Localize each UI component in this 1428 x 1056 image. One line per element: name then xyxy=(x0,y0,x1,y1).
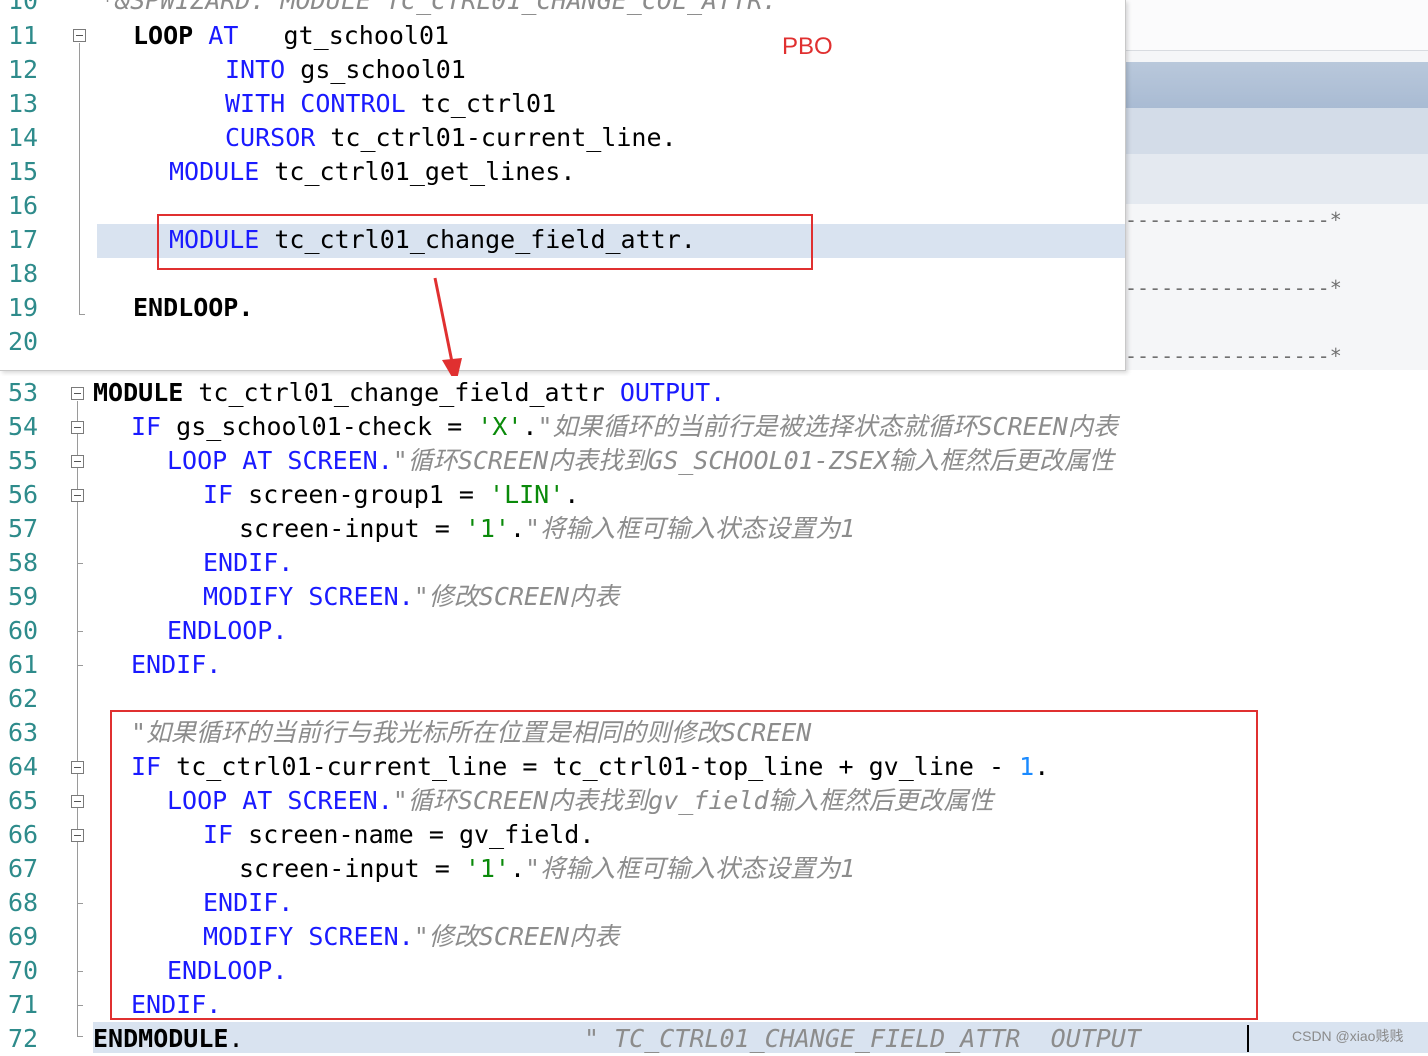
fold-guide-end xyxy=(77,665,83,666)
code-token: = xyxy=(447,412,463,441)
line-number: 71 xyxy=(8,990,39,1019)
line-number: 62 xyxy=(8,684,39,713)
code-token: IF xyxy=(131,412,162,441)
code-comment: "循环SCREEN内表找到GS_SCHOOL01-ZSEX输入框然后更改属性 xyxy=(392,446,1114,475)
code-token: . xyxy=(509,514,526,543)
fold-collapse-icon[interactable] xyxy=(71,421,84,434)
line-number: 56 xyxy=(8,480,39,509)
fold-collapse-icon[interactable] xyxy=(71,455,84,468)
code-token: OUTPUT. xyxy=(619,378,726,407)
fold-collapse-icon[interactable] xyxy=(71,489,84,502)
line-number: 55 xyxy=(8,446,39,475)
line-number: 69 xyxy=(8,922,39,951)
code-line: ENDIF. xyxy=(131,650,222,679)
code-token: 'X' xyxy=(477,412,523,441)
line-number: 54 xyxy=(8,412,39,441)
code-line: MODIFY SCREEN."修改SCREEN内表 xyxy=(203,580,619,614)
code-token: 'LIN' xyxy=(489,480,565,509)
fold-guide-end xyxy=(77,1005,83,1006)
code-comment: " TC_CTRL01_CHANGE_FIELD_ATTR OUTPUT xyxy=(584,1024,1141,1053)
line-number: 72 xyxy=(8,1024,39,1053)
code-token: . xyxy=(522,412,538,441)
code-line: ENDLOOP. xyxy=(167,616,288,645)
code-line: ENDMODULE. xyxy=(93,1022,244,1056)
fold-guide-end xyxy=(77,631,83,632)
annotation-box-cursor-logic xyxy=(110,710,1258,1020)
fold-collapse-icon[interactable] xyxy=(71,795,84,808)
code-line: IF gs_school01-check = 'X'."如果循环的当前行是被选择… xyxy=(131,410,1118,444)
line-number: 68 xyxy=(8,888,39,917)
code-line: IF screen-group1 = 'LIN'. xyxy=(203,478,579,512)
code-token: tc_ctrl01_change_field_attr xyxy=(198,378,605,407)
line-number: 70 xyxy=(8,956,39,985)
line-number: 66 xyxy=(8,820,39,849)
fold-guide-end xyxy=(77,1036,83,1037)
code-line: ENDIF. xyxy=(203,548,294,577)
code-token: LOOP AT SCREEN. xyxy=(167,446,393,475)
bottom-code-editor: 53 54 55 56 57 58 59 60 61 62 63 64 65 6… xyxy=(0,376,1428,1053)
code-comment: "修改SCREEN内表 xyxy=(413,582,620,611)
fold-collapse-icon[interactable] xyxy=(71,829,84,842)
line-number: 61 xyxy=(8,650,39,679)
line-number: 65 xyxy=(8,786,39,815)
fold-guide-end xyxy=(77,903,83,904)
fold-collapse-icon[interactable] xyxy=(71,387,84,400)
text-cursor xyxy=(1247,1025,1249,1052)
fold-guide-end xyxy=(77,971,83,972)
code-line: LOOP AT SCREEN."循环SCREEN内表找到GS_SCHOOL01-… xyxy=(167,444,1114,478)
code-token: = xyxy=(458,480,474,509)
code-token: screen-input xyxy=(239,514,420,543)
code-token: screen-group1 xyxy=(248,480,444,509)
line-number: 67 xyxy=(8,854,39,883)
code-line: screen-input = '1'."将输入框可输入状态设置为1 xyxy=(239,512,855,546)
code-comment: "如果循环的当前行是被选择状态就循环SCREEN内表 xyxy=(537,412,1118,441)
fold-collapse-icon[interactable] xyxy=(71,761,84,774)
line-number: 57 xyxy=(8,514,39,543)
line-number: 53 xyxy=(8,378,39,407)
code-token: . xyxy=(228,1024,244,1053)
line-number: 63 xyxy=(8,718,39,747)
line-number: 60 xyxy=(8,616,39,645)
code-token: = xyxy=(434,514,450,543)
code-token: IF xyxy=(203,480,234,509)
code-token: ENDMODULE xyxy=(93,1024,229,1053)
fold-guide-end xyxy=(77,563,83,564)
line-number: 58 xyxy=(8,548,39,577)
code-line: MODULE tc_ctrl01_change_field_attr OUTPU… xyxy=(93,376,725,410)
code-comment: "将输入框可输入状态设置为1 xyxy=(525,514,856,543)
code-token: '1' xyxy=(464,514,510,543)
code-token: MODULE xyxy=(93,378,184,407)
line-number: 59 xyxy=(8,582,39,611)
watermark: CSDN @xiao贱贱 xyxy=(1292,1028,1404,1044)
line-number: 64 xyxy=(8,752,39,781)
code-token: gs_school01-check xyxy=(176,412,433,441)
code-token: MODIFY SCREEN. xyxy=(203,582,414,611)
code-token: . xyxy=(564,480,580,509)
